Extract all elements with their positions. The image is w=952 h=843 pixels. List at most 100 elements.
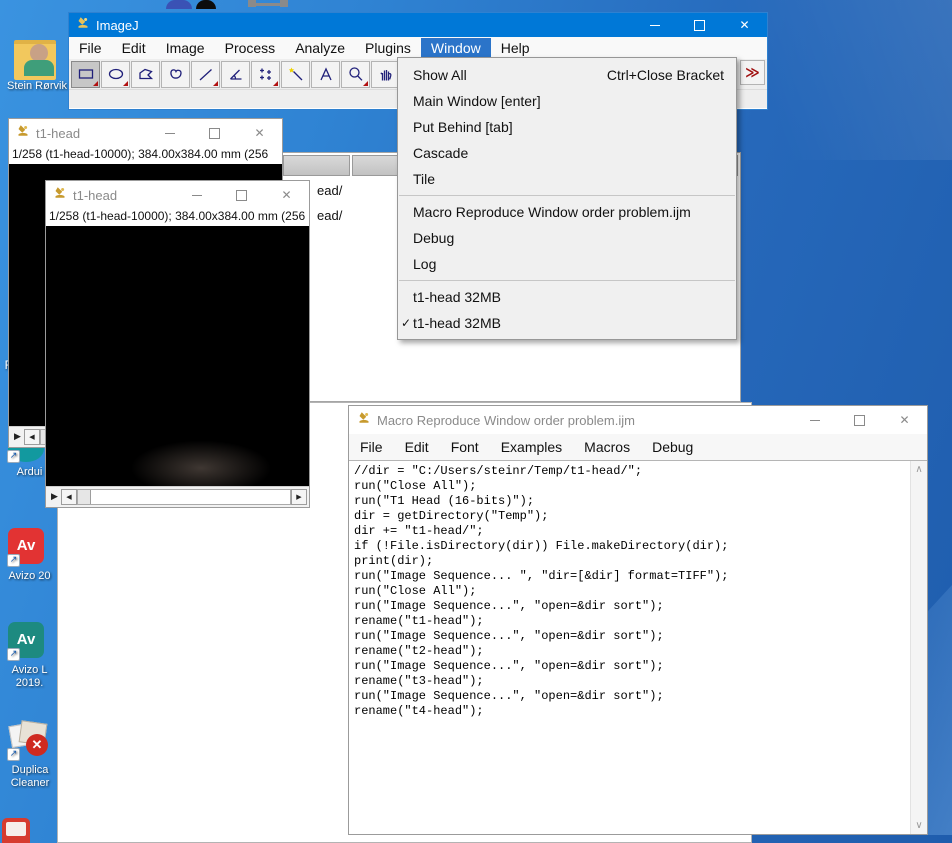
tool-rectangle[interactable] [71, 61, 100, 88]
editor-scrollbar[interactable]: ∧ ∨ [910, 461, 927, 834]
menu-item-main-window[interactable]: Main Window [enter] [398, 88, 736, 114]
submenu-triangle-icon [93, 81, 98, 86]
menu-analyze[interactable]: Analyze [285, 38, 355, 58]
menu-item-macro-file[interactable]: Macro Reproduce Window order problem.ijm [398, 199, 736, 225]
window-title: t1-head [73, 188, 117, 203]
scroll-right-button[interactable]: ▶ [291, 489, 307, 505]
minimize-button[interactable] [147, 119, 192, 147]
desktop-icon-label: Duplica [2, 764, 58, 776]
shortcut-arrow-icon: ↗ [7, 648, 20, 661]
peek-icon-gray [248, 0, 288, 7]
menu-item-debug[interactable]: Debug [398, 225, 736, 251]
window-title: ImageJ [96, 18, 139, 33]
toolbar-overflow-button[interactable]: ≫ [740, 60, 765, 85]
menu-process[interactable]: Process [215, 38, 286, 58]
menu-window[interactable]: Window [421, 38, 491, 58]
scroll-down-icon[interactable]: ∨ [911, 820, 927, 831]
title-bar: ImageJ ✕ [69, 13, 767, 37]
maximize-button[interactable] [192, 119, 237, 147]
peek-icon-blue [166, 0, 192, 9]
code-line: if (!File.isDirectory(dir)) File.makeDir… [349, 539, 909, 554]
minimize-button[interactable] [632, 13, 677, 37]
close-button[interactable]: ✕ [882, 406, 927, 434]
menu-examples[interactable]: Examples [490, 437, 573, 457]
close-button[interactable]: ✕ [722, 13, 767, 37]
submenu-triangle-icon [273, 81, 278, 86]
tool-zoom[interactable] [341, 61, 370, 88]
menu-debug[interactable]: Debug [641, 437, 704, 457]
stack-scrollbar[interactable]: ▶ ◀ ▶ [46, 486, 309, 507]
menu-item-tile[interactable]: Tile [398, 166, 736, 192]
tool-wand[interactable] [281, 61, 310, 88]
menu-item-put-behind[interactable]: Put Behind [tab] [398, 114, 736, 140]
menu-file[interactable]: File [349, 437, 394, 457]
macro-code-editor[interactable]: //dir = "C:/Users/steinr/Temp/t1-head/";… [349, 460, 927, 834]
t1-head-window-front[interactable]: t1-head ✕ 1/258 (t1-head-10000); 384.00x… [45, 180, 310, 508]
menu-item-log[interactable]: Log [398, 251, 736, 277]
desktop-icon-label: Avizo L [2, 664, 57, 676]
shortcut-arrow-icon: ↗ [7, 450, 20, 463]
shortcut-arrow-icon: ↗ [7, 748, 20, 761]
tool-polygon[interactable] [131, 61, 160, 88]
maximize-button[interactable] [837, 406, 882, 434]
code-line: rename("t2-head"); [349, 644, 909, 659]
scrollbar-track[interactable] [77, 489, 291, 505]
menu-image[interactable]: Image [156, 38, 215, 58]
tool-oval[interactable] [101, 61, 130, 88]
desktop-icon-red-partial[interactable] [2, 818, 30, 843]
macro-editor-window[interactable]: Macro Reproduce Window order problem.ijm… [348, 405, 928, 835]
menu-item-cascade[interactable]: Cascade [398, 140, 736, 166]
close-button[interactable]: ✕ [237, 119, 282, 147]
code-line: run("Close All"); [349, 584, 909, 599]
submenu-triangle-icon [213, 81, 218, 86]
close-button[interactable]: ✕ [264, 181, 309, 209]
desktop-icon-label: Cleaner [2, 777, 58, 789]
minimize-button[interactable] [792, 406, 837, 434]
code-line: rename("t3-head"); [349, 674, 909, 689]
image-canvas[interactable] [46, 226, 309, 486]
menu-font[interactable]: Font [440, 437, 490, 457]
code-line: run("Image Sequence...", "open=&dir sort… [349, 659, 909, 674]
desktop-icon-label: 2019. [2, 677, 57, 689]
code-line: run("T1 Head (16-bits)"); [349, 494, 909, 509]
maximize-button[interactable] [219, 181, 264, 209]
desktop: Stein Rørvik R ↗ Ardui Av ↗ Avizo 20 Av … [0, 0, 952, 843]
menu-edit[interactable]: Edit [112, 38, 156, 58]
code-line: dir += "t1-head/"; [349, 524, 909, 539]
imagej-logo-icon [77, 15, 89, 35]
menu-item-t1-head-2[interactable]: ✓ t1-head 32MB [398, 310, 736, 336]
menu-item-show-all[interactable]: Show All Ctrl+Close Bracket [398, 62, 736, 88]
imagej-menu-bar: File Edit Image Process Analyze Plugins … [69, 37, 767, 59]
tool-line[interactable] [191, 61, 220, 88]
tool-freehand[interactable] [161, 61, 190, 88]
play-icon[interactable]: ▶ [48, 488, 61, 506]
submenu-triangle-icon [363, 81, 368, 86]
menu-edit[interactable]: Edit [394, 437, 440, 457]
peek-icon-black [196, 0, 216, 9]
maximize-button[interactable] [677, 13, 722, 37]
log-line: ead/ [317, 183, 342, 198]
menu-help[interactable]: Help [491, 38, 540, 58]
menu-file[interactable]: File [69, 38, 112, 58]
scroll-left-button[interactable]: ◀ [61, 489, 77, 505]
menu-item-t1-head-1[interactable]: t1-head 32MB [398, 284, 736, 310]
minimize-button[interactable] [174, 181, 219, 209]
scroll-up-icon[interactable]: ∧ [911, 464, 927, 475]
mri-head-hint [125, 438, 278, 486]
tool-text[interactable] [311, 61, 340, 88]
title-bar: Macro Reproduce Window order problem.ijm… [349, 406, 927, 434]
scrollbar-thumb[interactable] [78, 490, 91, 504]
menu-macros[interactable]: Macros [573, 437, 641, 457]
macro-menu-bar: File Edit Font Examples Macros Debug [349, 434, 927, 461]
scroll-left-button[interactable]: ◀ [24, 429, 40, 445]
log-header-cell [283, 155, 350, 176]
code-line: rename("t4-head"); [349, 704, 909, 719]
tool-hand[interactable] [371, 61, 400, 88]
play-icon[interactable]: ▶ [11, 428, 24, 446]
title-bar: t1-head ✕ [46, 181, 309, 209]
image-status-line: 1/258 (t1-head-10000); 384.00x384.00 mm … [9, 147, 282, 164]
menu-plugins[interactable]: Plugins [355, 38, 421, 58]
tool-angle[interactable] [221, 61, 250, 88]
imagej-logo-icon [54, 185, 66, 205]
tool-point[interactable] [251, 61, 280, 88]
